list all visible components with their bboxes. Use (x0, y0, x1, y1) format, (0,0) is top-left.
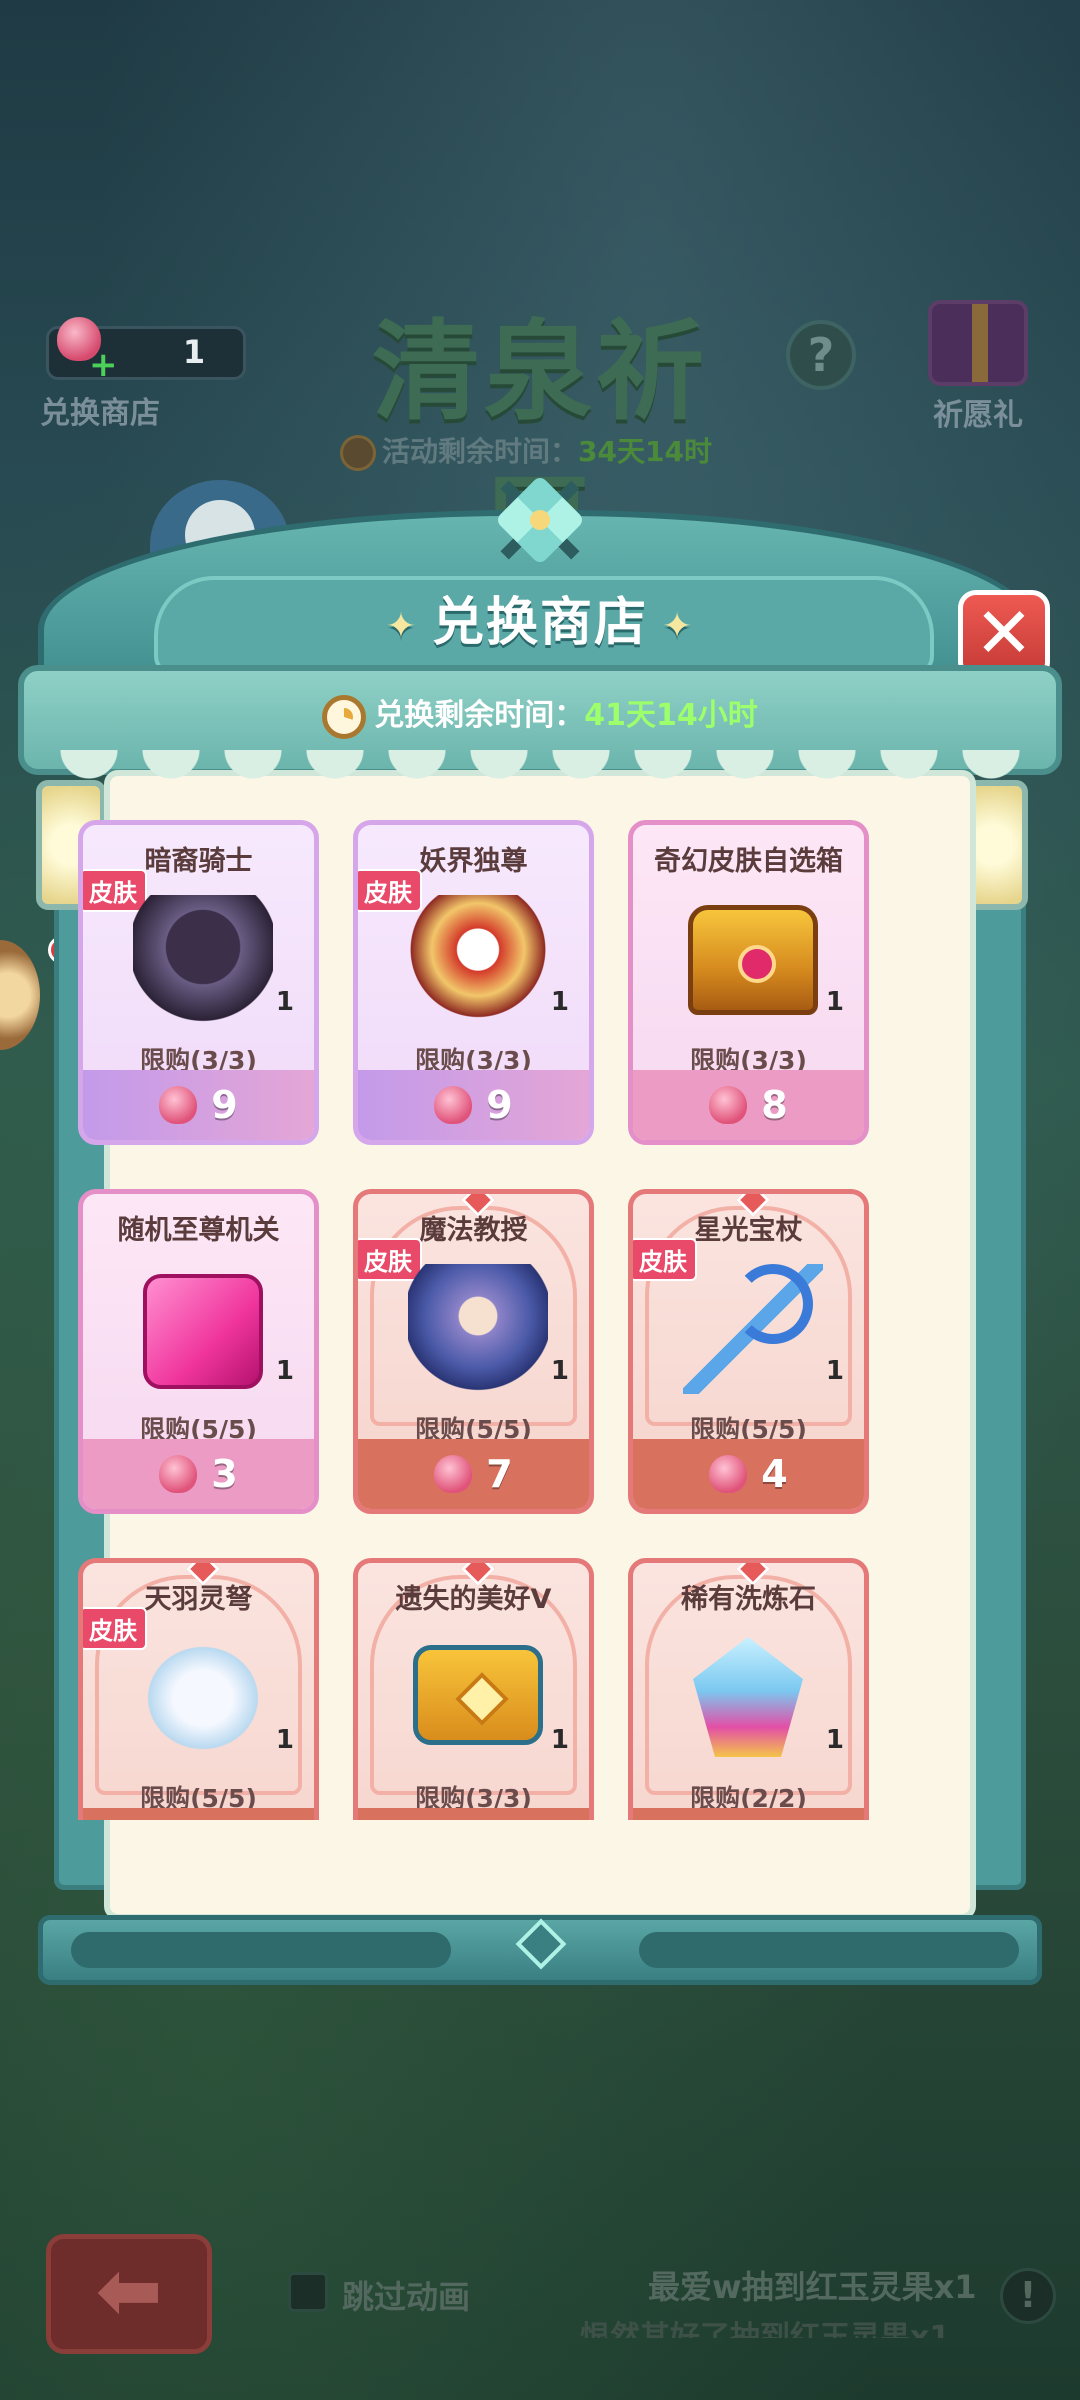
item-name: 奇幻皮肤自选箱 (654, 846, 843, 877)
buy-button[interactable] (83, 1808, 314, 1820)
buy-button[interactable]: 9 (83, 1070, 314, 1140)
gold-chest-icon (688, 905, 818, 1015)
item-price: 8 (761, 1083, 788, 1127)
buy-button[interactable]: 9 (358, 1070, 589, 1140)
buy-button[interactable]: 3 (83, 1439, 314, 1509)
broadcast-ticker-line: 最爱w抽到红玉灵果x1 (648, 2268, 977, 2306)
buy-button[interactable]: 7 (358, 1439, 589, 1509)
peach-currency-icon (153, 1086, 204, 1124)
buy-button[interactable]: 8 (633, 1070, 864, 1140)
item-price: 7 (486, 1452, 513, 1496)
exchange-timer-value: 41天14小时 (584, 698, 758, 733)
buy-button[interactable] (358, 1808, 589, 1820)
shop-item-card[interactable]: 天羽灵弩 皮肤 1 限购(5/5) (78, 1558, 319, 1820)
knight-icon (133, 895, 273, 1025)
wish-gift-label: 祈愿礼 (933, 398, 1023, 433)
item-quantity: 1 (550, 1725, 569, 1755)
item-quantity: 1 (275, 987, 294, 1017)
shop-item-card[interactable]: 遗失的美好V 1 限购(3/3) (353, 1558, 594, 1820)
wish-gift-button[interactable]: 祈愿礼 (918, 290, 1038, 433)
professor-icon (408, 1264, 548, 1394)
item-name: 遗失的美好V (395, 1584, 552, 1615)
shop-button-label[interactable]: 兑换商店 (40, 388, 160, 432)
shop-item-card[interactable]: 魔法教授 皮肤 1 限购(5/5) 7 (353, 1189, 594, 1514)
item-price: 9 (211, 1083, 238, 1127)
broadcast-ticker-line: 恨然其好了抽到红玉灵果x1 (580, 2320, 951, 2338)
sparkle-icon: ✦ (662, 605, 695, 647)
shop-item-card[interactable]: 暗裔骑士 皮肤 1 限购(3/3) 9 (78, 820, 319, 1145)
item-grid[interactable]: 暗裔骑士 皮肤 1 限购(3/3) 9 妖界独尊 皮肤 1 限购(3/3) 9 … (78, 820, 978, 1820)
gift-icon (928, 300, 1028, 386)
item-quantity: 1 (550, 1356, 569, 1386)
item-price: 9 (486, 1083, 513, 1127)
peach-currency-icon (703, 1086, 754, 1124)
skip-animation-label[interactable]: 跳过动画 (342, 2272, 470, 2318)
exchange-shop-modal: ✦ 兑换商店 ✦ ✕ 兑换剩余时间：41天14小时 暗裔骑士 皮肤 1 限购(3/3… (18, 449, 1062, 1990)
base-slot-right (639, 1932, 1019, 1968)
item-quantity: 1 (550, 987, 569, 1017)
exchange-timer-label: 兑换剩余时间： (374, 698, 585, 733)
item-quantity: 1 (825, 987, 844, 1017)
item-quantity: 1 (275, 1356, 294, 1386)
shop-item-card[interactable]: 稀有洗炼石 1 限购(2/2) (628, 1558, 869, 1820)
shop-item-card[interactable]: 随机至尊机关 1 限购(5/5) 3 (78, 1189, 319, 1514)
modal-base (38, 1915, 1042, 1985)
add-currency-icon[interactable]: + (89, 345, 118, 385)
peach-currency-icon (703, 1455, 754, 1493)
modal-title: ✦ 兑换商店 ✦ (18, 580, 1062, 655)
currency-count: 1 (182, 333, 206, 371)
treasure-chest-icon (413, 1645, 543, 1745)
item-price: 4 (761, 1452, 788, 1496)
base-slot-left (71, 1932, 451, 1968)
skip-animation-checkbox[interactable] (288, 2272, 328, 2312)
item-name: 稀有洗炼石 (681, 1584, 816, 1615)
peach-currency-icon (428, 1455, 479, 1493)
awning-scallop (48, 750, 1032, 810)
back-button[interactable]: ⬅ (46, 2234, 212, 2354)
demon-king-icon (408, 895, 548, 1025)
item-quantity: 1 (825, 1356, 844, 1386)
clock-icon (322, 694, 367, 739)
buy-button[interactable]: 4 (633, 1439, 864, 1509)
peach-currency-icon (153, 1455, 204, 1493)
item-name: 随机至尊机关 (117, 1215, 280, 1246)
buy-button[interactable] (633, 1808, 864, 1820)
shop-item-card[interactable]: 星光宝杖 皮肤 1 限购(5/5) 4 (628, 1189, 869, 1514)
diamond-icon (515, 1918, 567, 1970)
item-quantity: 1 (825, 1725, 844, 1755)
exchange-timer: 兑换剩余时间：41天14小时 (18, 690, 1062, 739)
item-price: 3 (211, 1452, 238, 1496)
modal-title-text: 兑换商店 (431, 593, 648, 653)
shop-item-card[interactable]: 奇幻皮肤自选箱 1 限购(3/3) 8 (628, 820, 869, 1145)
shop-item-card[interactable]: 妖界独尊 皮肤 1 限购(3/3) 9 (353, 820, 594, 1145)
pink-cube-icon (143, 1274, 263, 1389)
currency-pill[interactable]: + 1 (46, 317, 246, 385)
sparkle-icon: ✦ (385, 605, 418, 647)
peach-currency-icon (428, 1086, 479, 1124)
help-icon[interactable]: ? (786, 320, 856, 390)
star-staff-icon (683, 1264, 823, 1394)
crossbow-icon (133, 1633, 273, 1763)
item-quantity: 1 (275, 1725, 294, 1755)
info-icon[interactable]: ! (1000, 2268, 1056, 2324)
